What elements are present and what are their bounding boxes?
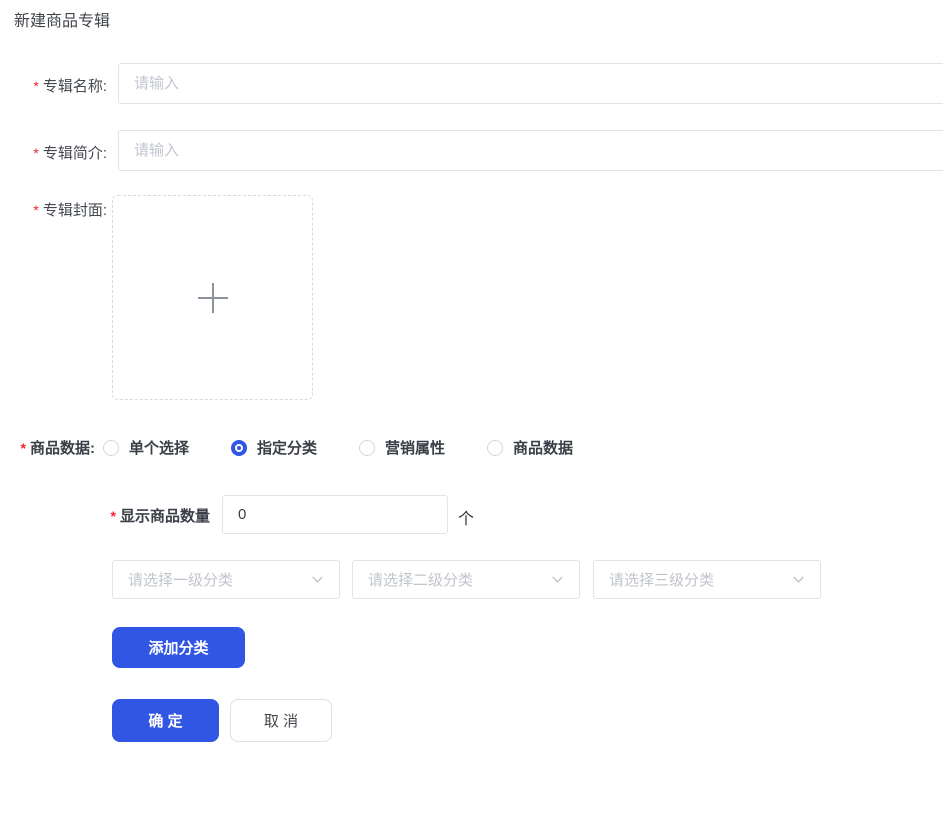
- required-asterisk: *: [33, 78, 39, 94]
- category-level2-select[interactable]: 请选择二级分类: [352, 560, 580, 599]
- product-data-label: * 商品数据:: [20, 440, 95, 457]
- chevron-down-icon: [551, 573, 564, 586]
- page-title: 新建商品专辑: [14, 13, 111, 30]
- required-asterisk: *: [33, 202, 39, 218]
- required-asterisk: *: [33, 145, 39, 161]
- category-level1-select[interactable]: 请选择一级分类: [112, 560, 340, 599]
- product-data-radio-group: 单个选择 指定分类 营销属性 商品数据: [103, 437, 573, 458]
- album-intro-label: * 专辑简介:: [33, 145, 107, 162]
- radio-circle-icon: [103, 439, 119, 456]
- cancel-button[interactable]: 取 消: [230, 699, 332, 742]
- category-level3-select[interactable]: 请选择三级分类: [593, 560, 821, 599]
- radio-single-select[interactable]: 单个选择: [103, 437, 189, 458]
- required-asterisk: *: [20, 440, 26, 456]
- album-cover-label: * 专辑封面:: [33, 202, 107, 219]
- new-album-form-page: 新建商品专辑 *专辑名称: *专辑简介: *专辑封面: *商品数据: 单个选择 …: [0, 0, 943, 819]
- display-count-input[interactable]: [222, 495, 448, 534]
- add-category-button[interactable]: 添加分类: [112, 627, 245, 668]
- radio-specified-category[interactable]: 指定分类: [231, 437, 317, 458]
- required-asterisk: *: [110, 508, 116, 524]
- plus-icon: [197, 282, 228, 313]
- radio-product-data[interactable]: 商品数据: [487, 437, 573, 458]
- radio-marketing-attribute[interactable]: 营销属性: [359, 437, 445, 458]
- count-unit-label: 个: [458, 511, 475, 528]
- radio-circle-selected-icon: [231, 439, 248, 456]
- album-name-input[interactable]: [118, 63, 943, 104]
- album-name-label: * 专辑名称:: [33, 78, 107, 95]
- cover-upload-box[interactable]: [112, 195, 313, 400]
- radio-circle-icon: [487, 439, 504, 456]
- chevron-down-icon: [311, 573, 324, 586]
- display-count-label: * 显示商品数量: [110, 508, 210, 525]
- radio-circle-icon: [359, 439, 376, 456]
- confirm-button[interactable]: 确 定: [112, 699, 219, 742]
- chevron-down-icon: [792, 573, 805, 586]
- album-intro-input[interactable]: [118, 130, 943, 171]
